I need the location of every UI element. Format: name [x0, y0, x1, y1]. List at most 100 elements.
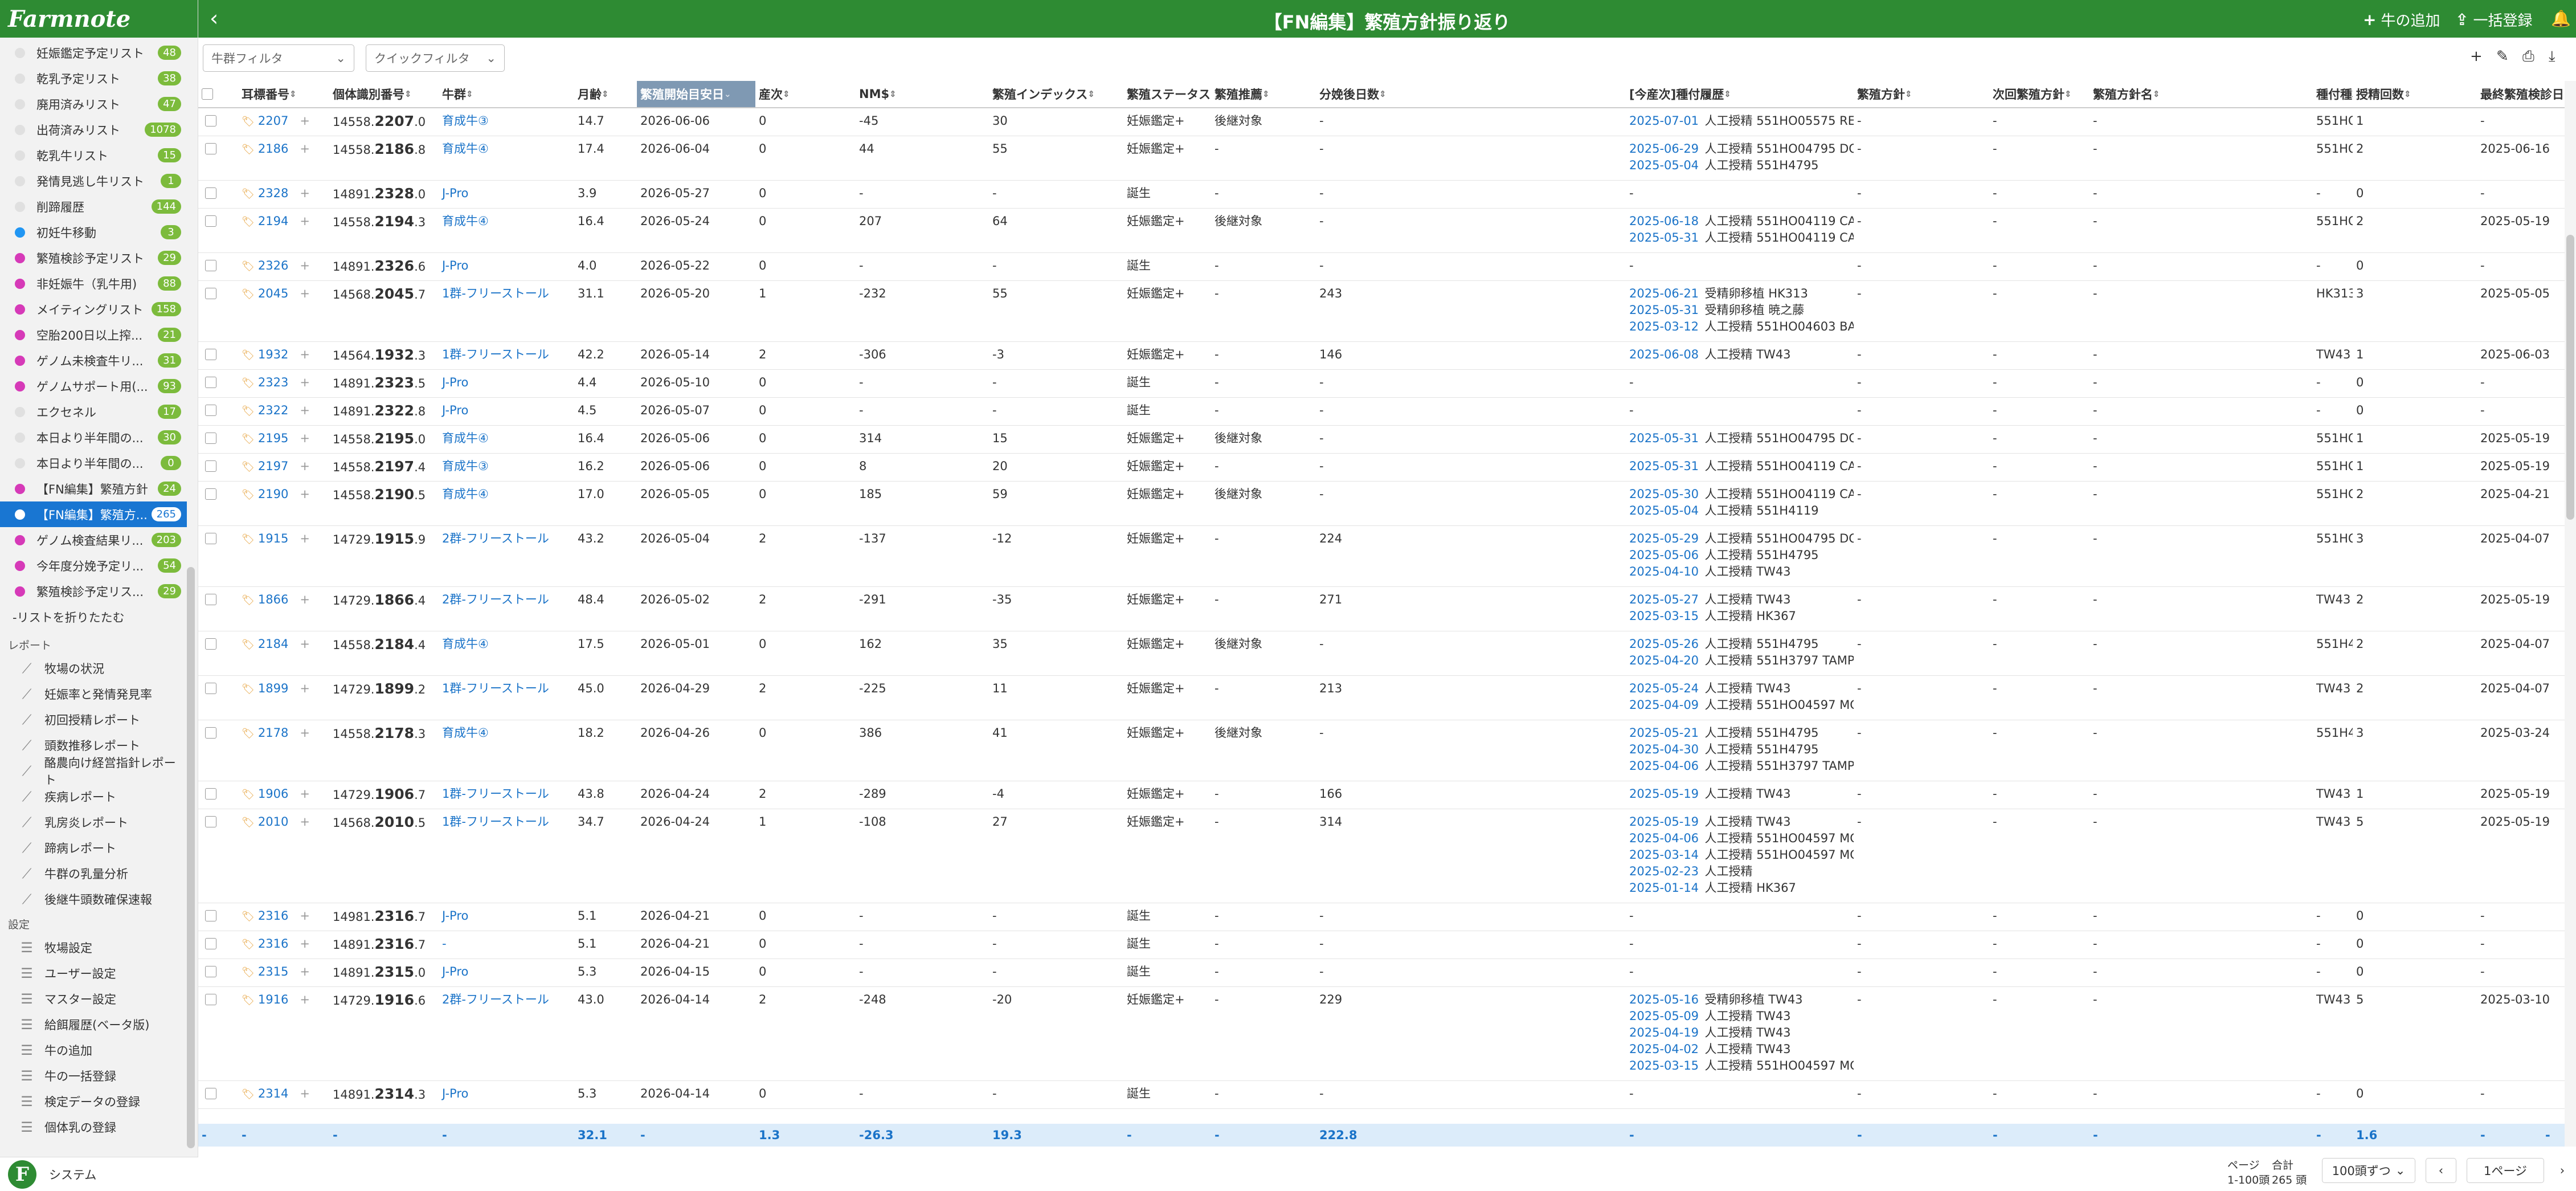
ear-tag-link[interactable]: 1932 [258, 348, 288, 361]
herd-cell[interactable]: 育成牛④ [439, 631, 574, 652]
ear-tag-link[interactable]: 2323 [258, 376, 288, 389]
herd-cell[interactable]: - [439, 931, 574, 952]
table-row[interactable]: 🏷 1866 +14729.1866.4 2群-フリーストール 48.4 2026-05-… [198, 587, 2565, 631]
ear-tag-link[interactable]: 1899 [258, 682, 288, 695]
column-header[interactable]: NM$ ⇕ [856, 81, 989, 108]
column-header[interactable]: 牛群 ⇕ [439, 81, 574, 108]
sidebar-report-item[interactable]: ⟋ 蹄病レポート [0, 835, 187, 860]
sidebar-report-item[interactable]: ⟋ 妊娠率と発情発見率 [0, 681, 187, 707]
add-event-icon[interactable]: + [300, 815, 310, 829]
table-row[interactable]: 🏷 2195 +14558.2195.0 育成牛④ 16.4 2026-05-06 0 314… [198, 426, 2565, 454]
sidebar-settings-item[interactable]: ☰ ユーザー設定 [0, 960, 187, 986]
sidebar-report-item[interactable]: ⟋ 初回授精レポート [0, 707, 187, 732]
sidebar-list-item[interactable]: 初妊牛移動 3 [0, 219, 187, 245]
add-event-icon[interactable]: + [300, 348, 310, 361]
table-row[interactable]: 🏷 2326 +14891.2326.6 J-Pro 4.0 2026-05-22 0- - 誕… [198, 253, 2565, 281]
sidebar-list-item[interactable]: 今年度分娩予定リ... 54 [0, 553, 187, 578]
history-date-link[interactable]: 2025-05-26 [1629, 637, 1699, 651]
ear-tag-link[interactable]: 2322 [258, 403, 288, 417]
table-row[interactable]: 🏷 2316 +14891.2316.7-5.1 2026-04-21 0- - 誕生 - - -… [198, 931, 2565, 959]
collapse-lists-link[interactable]: -リストを折りたたむ [13, 609, 125, 626]
herd-cell[interactable]: J-Pro [439, 253, 574, 274]
history-date-link[interactable]: 2025-06-08 [1629, 348, 1699, 361]
history-date-link[interactable]: 2025-04-06 [1629, 759, 1699, 773]
row-checkbox[interactable] [205, 816, 216, 827]
column-header[interactable]: 最終繁殖検診日 ⇕ [2477, 81, 2565, 108]
history-date-link[interactable]: 2025-05-31 [1629, 431, 1699, 445]
column-header[interactable]: 繁殖方針名 ⇕ [2090, 81, 2313, 108]
add-event-icon[interactable]: + [300, 403, 310, 417]
sidebar-settings-item[interactable]: ☰ 個体乳の登録 [0, 1114, 187, 1140]
print-icon[interactable]: ⎙ [2522, 48, 2534, 66]
add-event-icon[interactable]: + [300, 637, 310, 651]
herd-cell[interactable]: 2群-フリーストール [439, 987, 574, 1008]
table-row[interactable]: 🏷 1906 +14729.1906.7 1群-フリーストール 43.8 2026-04-… [198, 781, 2565, 809]
table-row[interactable]: 🏷 2323 +14891.2323.5 J-Pro 4.4 2026-05-10 0- - 誕… [198, 370, 2565, 398]
history-date-link[interactable]: 2025-06-18 [1629, 214, 1699, 228]
history-date-link[interactable]: 2025-05-04 [1629, 504, 1699, 517]
add-event-icon[interactable]: + [300, 993, 310, 1006]
sidebar-list-item[interactable]: 繁殖検診予定リスト 29 [0, 245, 187, 271]
add-event-icon[interactable]: + [300, 431, 310, 445]
add-event-icon[interactable]: + [300, 909, 310, 923]
next-page-button[interactable]: › [2551, 1158, 2574, 1183]
ear-tag-link[interactable]: 2190 [258, 487, 288, 501]
herd-cell[interactable]: J-Pro [439, 903, 574, 924]
history-date-link[interactable]: 2025-03-15 [1629, 1059, 1699, 1072]
add-event-icon[interactable]: + [300, 114, 310, 128]
history-date-link[interactable]: 2025-02-23 [1629, 864, 1699, 878]
add-event-icon[interactable]: + [300, 726, 310, 740]
column-header[interactable]: 耳標番号 ⇕ [238, 81, 329, 108]
row-checkbox[interactable] [205, 594, 216, 605]
table-row[interactable]: 🏷 1916 +14729.1916.6 2群-フリーストール 43.0 2026-04-… [198, 987, 2565, 1081]
sidebar-list-item[interactable]: 発情見逃し牛リスト 1 [0, 168, 187, 194]
current-page-select[interactable]: 1ページ [2467, 1158, 2544, 1183]
ear-tag-link[interactable]: 2186 [258, 142, 288, 156]
row-checkbox[interactable] [205, 727, 216, 739]
herd-cell[interactable]: 1群-フリーストール [439, 281, 574, 302]
herd-cell[interactable]: J-Pro [439, 959, 574, 980]
table-row[interactable]: 🏷 2322 +14891.2322.8 J-Pro 4.5 2026-05-07 0- - 誕… [198, 398, 2565, 426]
sidebar-report-item[interactable]: ⟋ 疾病レポート [0, 784, 187, 809]
history-date-link[interactable]: 2025-06-29 [1629, 142, 1699, 156]
herd-cell[interactable]: 2群-フリーストール [439, 587, 574, 608]
sidebar-report-item[interactable]: ⟋ 牛群の乳量分析 [0, 860, 187, 886]
ear-tag-link[interactable]: 2314 [258, 1087, 288, 1100]
row-checkbox[interactable] [205, 115, 216, 127]
history-date-link[interactable]: 2025-05-04 [1629, 158, 1699, 172]
ear-tag-link[interactable]: 2045 [258, 287, 288, 300]
herd-cell[interactable]: 育成牛④ [439, 136, 574, 157]
history-date-link[interactable]: 2025-05-24 [1629, 682, 1699, 695]
table-row[interactable]: 🏷 1899 +14729.1899.2 1群-フリーストール 45.0 2026-04-… [198, 676, 2565, 720]
prev-page-button[interactable]: ‹ [2426, 1158, 2456, 1183]
table-row[interactable]: 🏷 2178 +14558.2178.3 育成牛④ 18.2 2026-04-26 0 386… [198, 720, 2565, 781]
sidebar-list-item[interactable]: ゲノム検査結果リ... 203 [0, 527, 187, 553]
column-header[interactable]: 繁殖開始目安日 ⌄ [637, 81, 755, 108]
herd-cell[interactable]: J-Pro [439, 370, 574, 391]
column-header[interactable]: 分娩後日数 ⇕ [1316, 81, 1626, 108]
herd-cell[interactable]: 育成牛④ [439, 720, 574, 741]
row-checkbox[interactable] [205, 288, 216, 299]
row-checkbox[interactable] [205, 938, 216, 949]
add-icon[interactable]: + [2470, 48, 2483, 65]
table-row[interactable]: 🏷 2314 +14891.2314.3 J-Pro 5.3 2026-04-14 0- - 誕… [198, 1081, 2565, 1109]
herd-cell[interactable]: J-Pro [439, 398, 574, 419]
history-date-link[interactable]: 2025-05-19 [1629, 787, 1699, 801]
row-checkbox[interactable] [205, 488, 216, 500]
sidebar-list-item[interactable]: 【FN編集】繁殖方針 24 [0, 476, 187, 501]
sidebar-list-item[interactable]: 出荷済みリスト 1078 [0, 117, 187, 142]
history-date-link[interactable]: 2025-05-30 [1629, 487, 1699, 501]
herd-cell[interactable]: 育成牛④ [439, 482, 574, 503]
add-event-icon[interactable]: + [300, 376, 310, 389]
herd-cell[interactable]: 1群-フリーストール [439, 809, 574, 830]
history-date-link[interactable]: 2025-07-01 [1629, 114, 1699, 128]
ear-tag-link[interactable]: 2315 [258, 965, 288, 978]
sidebar-list-item[interactable]: 【FN編集】繁殖方... 265 [0, 501, 187, 527]
add-event-icon[interactable]: + [300, 186, 310, 200]
ear-tag-link[interactable]: 1915 [258, 532, 288, 545]
history-date-link[interactable]: 2025-04-19 [1629, 1026, 1699, 1039]
row-checkbox[interactable] [205, 433, 216, 444]
sidebar-list-item[interactable]: 非妊娠牛（乳牛用) 88 [0, 271, 187, 296]
column-header[interactable]: [今産次]種付履歴 ⇕ [1626, 81, 1854, 108]
herd-cell[interactable]: 1群-フリーストール [439, 781, 574, 802]
